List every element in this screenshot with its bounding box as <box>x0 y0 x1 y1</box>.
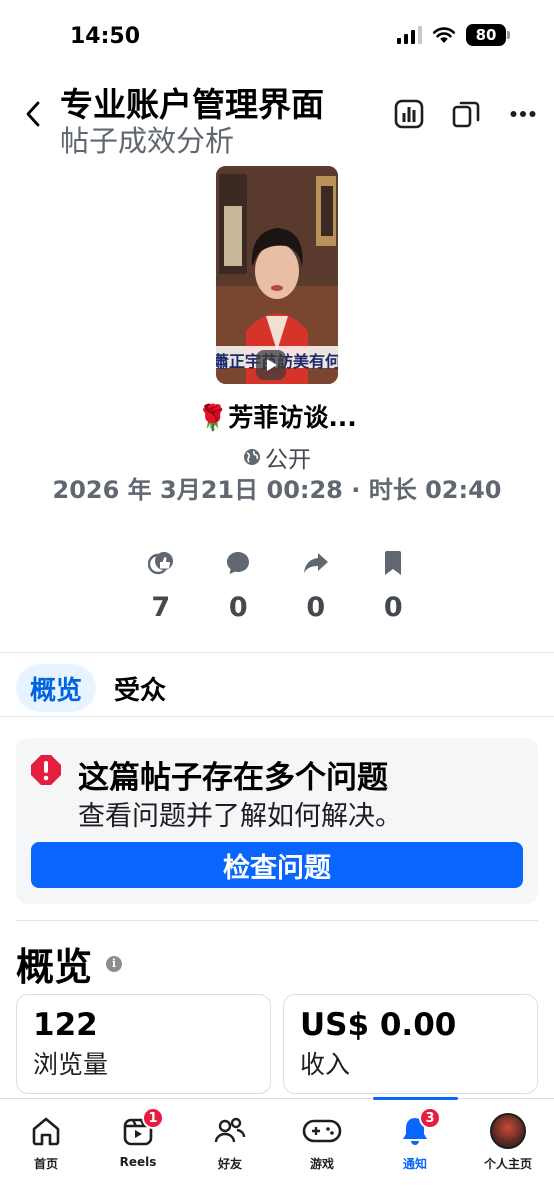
copy-icon <box>452 101 480 128</box>
metric-label: 浏览量 <box>33 1050 109 1079</box>
metric-card-views[interactable]: 122 浏览量 <box>16 994 271 1094</box>
stat-value: 0 <box>228 592 248 623</box>
rose-emoji: 🌹 <box>197 403 229 432</box>
divider <box>0 716 554 717</box>
page-header: 专业账户管理界面 帖子成效分析 <box>0 72 554 162</box>
play-button[interactable] <box>256 350 286 380</box>
divider <box>0 652 554 653</box>
gaming-icon <box>302 1119 342 1143</box>
tab-audience[interactable]: 受众 <box>112 664 168 712</box>
comment-icon <box>227 552 250 574</box>
engagement-stats: 7 0 0 0 <box>122 546 432 623</box>
post-title: 🌹芳菲访谈... <box>0 398 554 434</box>
info-icon[interactable]: i <box>106 955 123 972</box>
nav-label: 游戏 <box>309 1157 334 1171</box>
more-horizontal-icon <box>510 111 536 117</box>
bar-chart-icon <box>394 99 424 129</box>
divider <box>16 920 538 921</box>
nav-item-notifications[interactable]: 3 通知 <box>373 1099 457 1179</box>
page-subtitle: 帖子成效分析 <box>60 124 235 158</box>
wifi-icon <box>432 27 456 43</box>
post-thumbnail[interactable]: 蕭正宇苗訪美有何 <box>216 166 338 384</box>
metric-card-earnings[interactable]: US$ 0.00 收入 <box>283 994 538 1094</box>
home-icon <box>32 1117 60 1146</box>
share-icon <box>303 553 328 573</box>
stat-comments[interactable]: 0 <box>200 546 278 623</box>
metric-value: US$ 0.00 <box>300 1007 457 1043</box>
stat-shares[interactable]: 0 <box>277 546 355 623</box>
nav-label: 首页 <box>33 1157 58 1171</box>
nav-label: 好友 <box>217 1157 242 1171</box>
post-privacy: 公开 <box>0 440 554 474</box>
alert-icon <box>31 755 61 785</box>
post-meta: 2026 年 3月21日 00:28 · 时长 02:40 <box>52 476 502 504</box>
stat-value: 0 <box>306 592 326 623</box>
metric-label: 收入 <box>300 1050 351 1079</box>
bottom-nav: 首页 1 Reels 好友 游戏 3 通知 个人主页 <box>0 1097 554 1200</box>
nav-item-profile[interactable]: 个人主页 <box>466 1099 550 1179</box>
profile-avatar <box>490 1113 526 1149</box>
stat-value: 0 <box>383 592 403 623</box>
status-time: 14:50 <box>70 24 141 49</box>
insights-button[interactable] <box>391 96 427 132</box>
issue-title: 这篇帖子存在多个问题 <box>78 760 388 796</box>
status-bar: 14:50 80 <box>0 0 554 70</box>
status-icons: 80 <box>397 24 510 46</box>
battery-indicator: 80 <box>466 24 510 46</box>
notification-badge: 1 <box>142 1107 164 1129</box>
overview-section-title: 概览 i <box>16 936 123 991</box>
tab-overview[interactable]: 概览 <box>16 664 97 712</box>
stat-saves[interactable]: 0 <box>355 546 433 623</box>
more-button[interactable] <box>505 96 541 132</box>
stat-value: 7 <box>151 592 171 623</box>
issue-description: 查看问题并了解如何解决。 <box>78 801 402 832</box>
metric-value: 122 <box>33 1007 98 1043</box>
globe-icon <box>244 449 260 465</box>
play-icon <box>267 359 277 371</box>
nav-item-friends[interactable]: 好友 <box>188 1099 272 1179</box>
issue-card: 这篇帖子存在多个问题 查看问题并了解如何解决。 检查问题 <box>16 738 538 904</box>
friends-icon <box>214 1117 246 1143</box>
bookmark-icon <box>385 551 402 575</box>
nav-label: 个人主页 <box>483 1157 532 1171</box>
chevron-left-icon <box>26 101 40 127</box>
nav-item-reels[interactable]: 1 Reels <box>96 1099 180 1179</box>
like-icon <box>147 552 173 575</box>
check-issues-button[interactable]: 检查问题 <box>31 842 523 888</box>
back-button[interactable] <box>18 94 48 134</box>
post-title-text: 芳菲访谈... <box>228 403 357 432</box>
copy-button[interactable] <box>448 96 484 132</box>
tab-bar: 概览 受众 <box>16 664 168 712</box>
signal-icon <box>397 26 422 44</box>
nav-label: 通知 <box>402 1157 427 1171</box>
overview-title: 概览 <box>16 945 93 989</box>
nav-label: Reels <box>119 1155 157 1169</box>
privacy-label: 公开 <box>265 447 311 473</box>
stat-reactions[interactable]: 7 <box>122 546 200 623</box>
notification-badge: 3 <box>419 1107 441 1129</box>
nav-item-gaming[interactable]: 游戏 <box>280 1099 364 1179</box>
nav-item-home[interactable]: 首页 <box>4 1099 88 1179</box>
